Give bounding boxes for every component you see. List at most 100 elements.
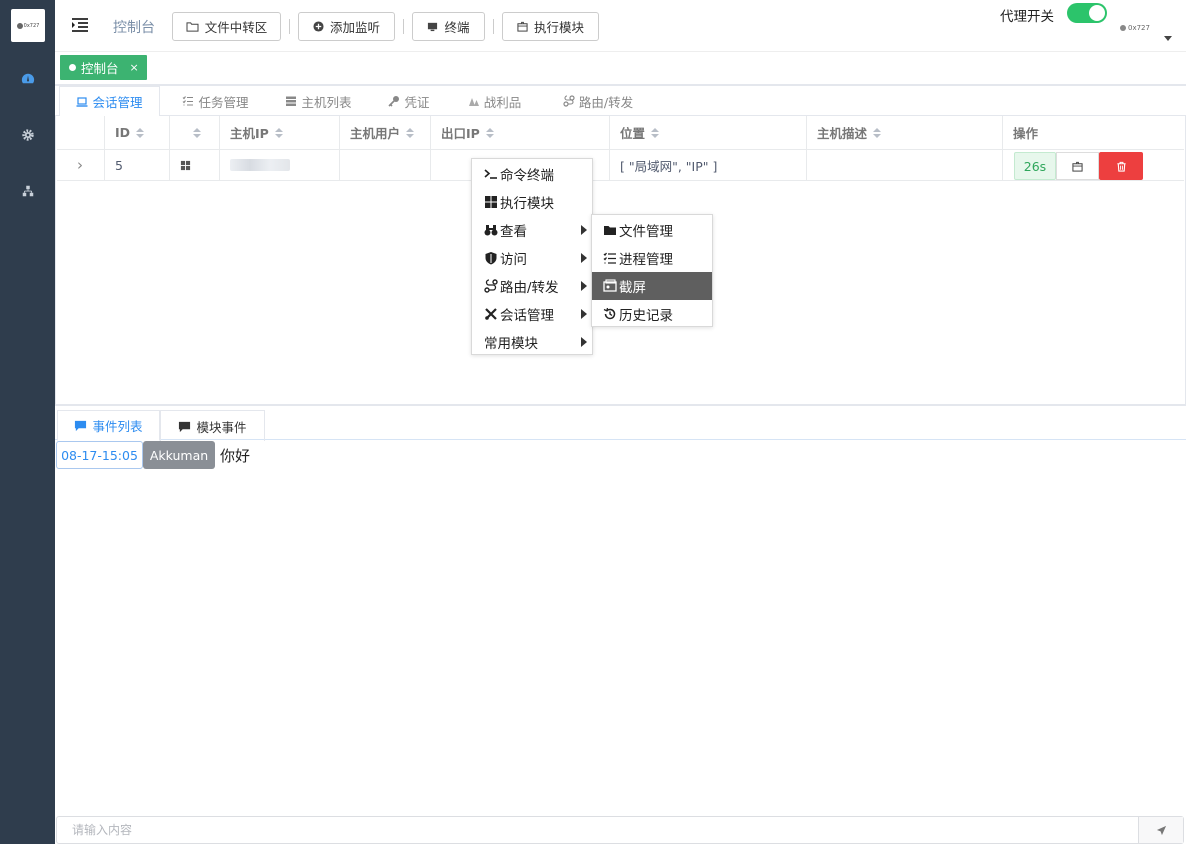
execute-module-button[interactable]: 执行模块 xyxy=(502,12,599,41)
tab-module-events[interactable]: 模块事件 xyxy=(160,410,265,441)
user-avatar-icon xyxy=(1120,25,1126,31)
menu-item-access[interactable]: 访问 xyxy=(472,244,592,272)
divider xyxy=(403,19,404,34)
server-icon xyxy=(286,96,297,106)
send-button[interactable] xyxy=(1138,817,1183,843)
comment-icon xyxy=(179,421,191,432)
column-header-os[interactable] xyxy=(170,116,220,149)
menu-item-execute-module[interactable]: 执行模块 xyxy=(472,188,592,216)
close-icon[interactable]: × xyxy=(130,61,139,74)
user-name: 0x727 xyxy=(1128,24,1150,32)
plus-circle-icon xyxy=(313,21,324,32)
column-header-host-user[interactable]: 主机用户 xyxy=(340,116,431,149)
menu-item-command-terminal[interactable]: 命令终端 xyxy=(472,160,592,188)
box-icon xyxy=(517,21,528,32)
user-menu[interactable]: 0x727 xyxy=(1120,24,1150,32)
submenu-item-history-label: 历史记录 xyxy=(619,308,673,324)
sort-icon[interactable] xyxy=(406,127,415,138)
menu-item-routing-label: 路由/转发 xyxy=(500,280,559,296)
page-title: 控制台 xyxy=(113,20,155,36)
host-ip-redacted xyxy=(230,159,290,171)
submenu-arrow-icon xyxy=(581,281,587,291)
cell-id: 5 xyxy=(105,150,170,180)
cell-host-user xyxy=(340,150,431,180)
tab-host-list[interactable]: 主机列表 xyxy=(271,86,366,116)
submenu-item-file-management[interactable]: 文件管理 xyxy=(592,216,712,244)
menu-item-common-modules[interactable]: 常用模块 xyxy=(472,328,592,356)
windows-icon xyxy=(180,160,191,170)
submenu-arrow-icon xyxy=(581,309,587,319)
tab-task-management-label: 任务管理 xyxy=(198,94,249,110)
column-header-host-ip[interactable]: 主机IP xyxy=(220,116,340,149)
tools-icon xyxy=(485,308,497,320)
add-listener-button[interactable]: 添加监听 xyxy=(298,12,395,41)
column-header-description[interactable]: 主机描述 xyxy=(807,116,1003,149)
delete-button[interactable] xyxy=(1099,152,1143,180)
context-menu: 命令终端 执行模块 查看 访问 路由/转发 会话管理 常用模块 xyxy=(471,158,593,355)
tab-loot[interactable]: 战利品 xyxy=(457,86,532,116)
menu-item-view[interactable]: 查看 xyxy=(472,216,592,244)
menu-item-view-label: 查看 xyxy=(500,224,527,240)
network-icon[interactable] xyxy=(0,180,55,202)
sub-tab-bar: 会话管理 任务管理 主机列表 凭证 战利品 路由/转发 xyxy=(55,86,1186,117)
column-header-host-user-label: 主机用户 xyxy=(350,126,401,141)
add-listener-label: 添加监听 xyxy=(329,20,380,35)
terminal-button[interactable]: 终端 xyxy=(412,12,485,41)
column-header-location-label: 位置 xyxy=(620,126,646,141)
sort-icon[interactable] xyxy=(873,127,882,138)
tab-credentials-label: 凭证 xyxy=(404,94,430,110)
expand-row-icon[interactable]: › xyxy=(57,150,105,180)
history-icon xyxy=(603,307,616,320)
submenu-item-screenshot[interactable]: 截屏 xyxy=(592,272,712,300)
module-button[interactable] xyxy=(1056,152,1099,180)
file-transfer-button[interactable]: 文件中转区 xyxy=(172,12,281,41)
message-input[interactable] xyxy=(57,817,1139,843)
tab-task-management[interactable]: 任务管理 xyxy=(168,86,263,116)
column-header-actions-label: 操作 xyxy=(1013,126,1039,141)
submenu-item-process-management[interactable]: 进程管理 xyxy=(592,244,712,272)
menu-item-routing[interactable]: 路由/转发 xyxy=(472,272,592,300)
logo-mark-icon xyxy=(16,22,23,29)
sort-icon[interactable] xyxy=(136,127,145,138)
column-header-id[interactable]: ID xyxy=(105,116,170,149)
column-header-exit-ip[interactable]: 出口IP xyxy=(431,116,610,149)
tab-credentials[interactable]: 凭证 xyxy=(375,86,443,116)
tab-console[interactable]: 控制台 × xyxy=(60,55,147,80)
page-tab-bar: 控制台 × xyxy=(55,52,1186,86)
shield-icon xyxy=(485,252,497,265)
tab-session-management-label: 会话管理 xyxy=(92,95,143,110)
toggle-knob xyxy=(1089,5,1105,21)
menu-item-session-management[interactable]: 会话管理 xyxy=(472,300,592,328)
tab-routing-label: 路由/转发 xyxy=(578,94,634,110)
proxy-toggle[interactable] xyxy=(1067,3,1107,23)
log-timestamp: 08-17-15:05 xyxy=(56,441,143,469)
table-row[interactable]: › 5 [ "局域网", "IP" ] 26s xyxy=(57,150,1184,181)
sort-icon[interactable] xyxy=(651,127,660,138)
dashboard-icon[interactable] xyxy=(0,68,55,90)
gear-icon[interactable] xyxy=(0,124,55,146)
tab-event-list[interactable]: 事件列表 xyxy=(57,410,160,441)
chevron-down-icon[interactable] xyxy=(1164,36,1172,41)
box-icon xyxy=(1072,161,1083,172)
task-list-icon xyxy=(183,96,194,106)
column-header-actions: 操作 xyxy=(1003,116,1184,149)
sort-icon[interactable] xyxy=(193,127,201,138)
sort-icon[interactable] xyxy=(274,127,283,138)
sidebar: 0x727 xyxy=(0,0,55,844)
tab-routing[interactable]: 路由/转发 xyxy=(553,86,643,116)
tab-session-management[interactable]: 会话管理 xyxy=(59,86,160,117)
menu-toggle-icon[interactable] xyxy=(71,17,89,33)
log-entry: 08-17-15:05 Akkuman 你好 xyxy=(56,441,250,469)
proxy-switch-label: 代理开关 xyxy=(1000,9,1054,25)
tab-event-list-label: 事件列表 xyxy=(92,419,143,434)
tab-console-label: 控制台 xyxy=(81,61,119,76)
logo[interactable]: 0x727 xyxy=(11,9,45,42)
sort-icon[interactable] xyxy=(485,127,494,138)
divider xyxy=(289,19,290,34)
route-icon xyxy=(484,279,498,293)
cell-os xyxy=(170,150,220,180)
execute-module-label: 执行模块 xyxy=(533,20,584,35)
tab-host-list-label: 主机列表 xyxy=(301,94,352,110)
column-header-location[interactable]: 位置 xyxy=(610,116,807,149)
submenu-item-history[interactable]: 历史记录 xyxy=(592,300,712,328)
